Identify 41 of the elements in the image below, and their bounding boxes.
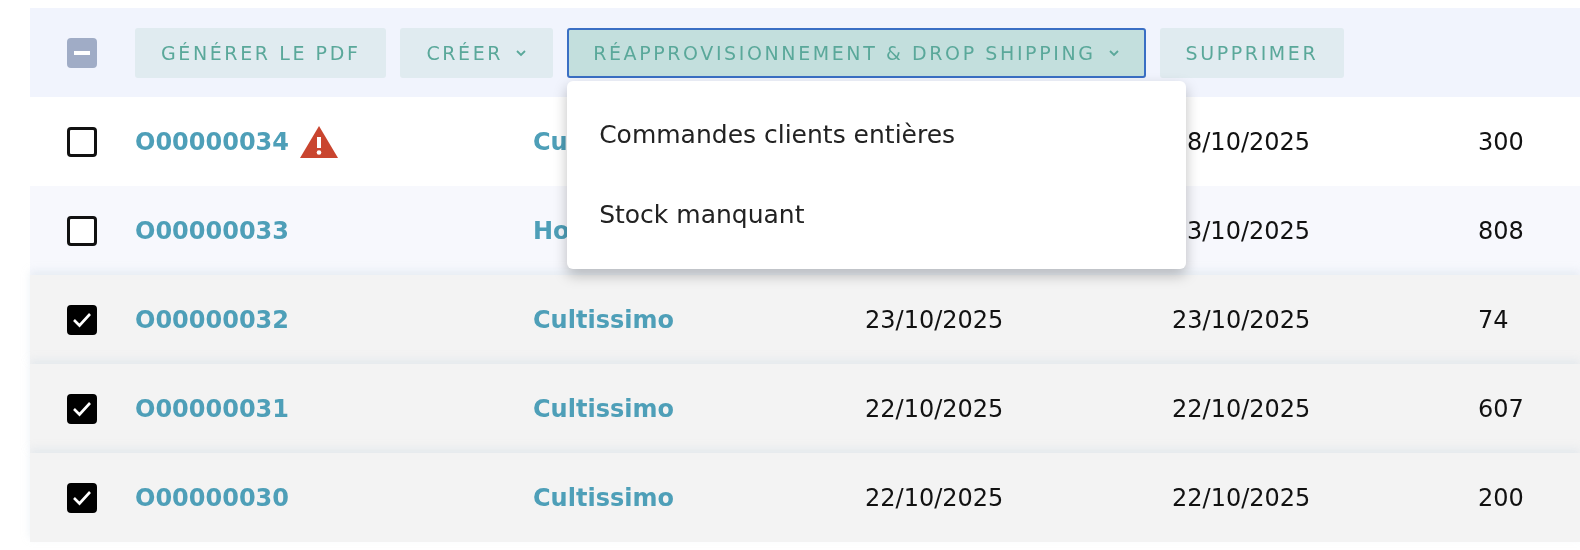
row-checkbox[interactable]	[67, 393, 97, 424]
date-cell: 23/10/2025	[1172, 305, 1311, 334]
quantity-cell: 74	[1478, 305, 1509, 334]
minus-icon	[74, 50, 90, 55]
row-checkbox[interactable]	[67, 126, 97, 157]
quantity-cell: 607	[1478, 394, 1524, 423]
row-checkbox[interactable]	[67, 482, 97, 513]
customer-link[interactable]: Cultissimo	[533, 305, 674, 334]
order-link[interactable]: O00000030	[135, 483, 289, 512]
customer-link[interactable]: Cultissimo	[533, 394, 674, 423]
caret-icon	[515, 48, 528, 57]
row-checkbox[interactable]	[67, 304, 97, 335]
order-link[interactable]: O00000033	[135, 216, 289, 245]
customer-link[interactable]: Cu	[533, 127, 568, 156]
quantity-cell: 808	[1478, 216, 1524, 245]
menu-item[interactable]: Stock manquant	[567, 174, 1187, 255]
menu-item[interactable]: Commandes clients entières	[567, 94, 1187, 175]
row-checkbox[interactable]	[67, 215, 97, 246]
quantity-cell: 300	[1478, 127, 1524, 156]
date-cell: 8/10/2025	[1187, 127, 1311, 156]
date-cell: 3/10/2025	[1187, 216, 1311, 245]
checkmark-icon	[72, 400, 92, 417]
customer-link[interactable]: Cultissimo	[533, 483, 674, 512]
toolbar-button[interactable]: SUPPRIMER	[1159, 27, 1345, 78]
order-link[interactable]: O00000031	[135, 394, 289, 423]
customer-link[interactable]: Ho	[533, 216, 570, 245]
checkmark-icon	[72, 311, 92, 328]
select-all-checkbox[interactable]	[67, 37, 97, 68]
date-cell: 22/10/2025	[865, 394, 1004, 423]
toolbar-button[interactable]: RÉAPPROVISIONNEMENT & DROP SHIPPING	[567, 27, 1146, 78]
date-cell: 22/10/2025	[865, 483, 1004, 512]
order-link[interactable]: O00000034	[135, 127, 289, 156]
caret-icon	[1107, 48, 1120, 57]
date-cell: 23/10/2025	[865, 305, 1004, 334]
toolbar-button[interactable]: GÉNÉRER LE PDF	[135, 27, 387, 78]
toolbar-button[interactable]: CRÉER	[400, 27, 554, 78]
checkmark-icon	[72, 489, 92, 506]
order-link[interactable]: O00000032	[135, 305, 289, 334]
date-cell: 22/10/2025	[1172, 394, 1311, 423]
date-cell: 22/10/2025	[1172, 483, 1311, 512]
quantity-cell: 200	[1478, 483, 1524, 512]
